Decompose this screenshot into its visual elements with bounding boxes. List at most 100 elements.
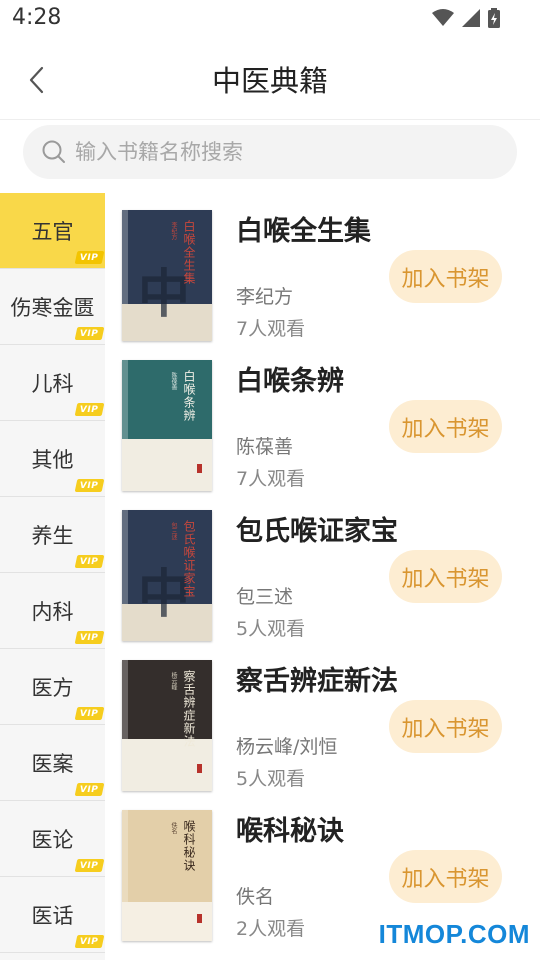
category-item-yian[interactable]: 医案 VIP: [0, 725, 105, 801]
cover-subtitle: 佚名: [170, 822, 177, 834]
cover-subtitle: 陈葆善: [170, 372, 177, 390]
category-item-neike[interactable]: 内科 VIP: [0, 573, 105, 649]
watermark: ITMOP.COM: [378, 919, 530, 949]
book-title: 包氏喉证家宝: [236, 516, 398, 547]
vip-badge: VIP: [74, 707, 105, 720]
vip-badge: VIP: [74, 251, 105, 264]
add-to-shelf-label: 加入书架: [401, 416, 490, 442]
add-to-shelf-button[interactable]: 加入书架: [389, 550, 502, 603]
add-to-shelf-label: 加入书架: [401, 566, 490, 592]
category-item-qita[interactable]: 其他 VIP: [0, 421, 105, 497]
book-list: 中 白喉全生集 李纪方 白喉全生集 李纪方 7人观看 加入书架 白喉条辨 陈葆善…: [105, 193, 540, 960]
book-title: 白喉全生集: [236, 216, 371, 247]
vip-badge: VIP: [74, 859, 105, 872]
book-author: 杨云峰/刘恒: [236, 736, 338, 758]
category-label: 医方: [31, 675, 74, 700]
vip-badge-text: VIP: [80, 480, 99, 491]
search-bar[interactable]: [23, 125, 517, 179]
cover-seal: [197, 764, 202, 773]
add-to-shelf-button[interactable]: 加入书架: [389, 250, 502, 303]
status-icons: [432, 8, 500, 28]
vip-badge-text: VIP: [80, 860, 99, 871]
book-item[interactable]: 白喉条辨 陈葆善 白喉条辨 陈葆善 7人观看 加入书架: [105, 343, 540, 493]
category-item-yangsheng[interactable]: 养生 VIP: [0, 497, 105, 573]
cover-seal: [197, 464, 202, 473]
cover-title: 白喉条辨: [182, 370, 196, 422]
status-time: 4:28: [12, 5, 62, 30]
status-bar: 4:28: [0, 0, 540, 38]
category-label: 医案: [31, 751, 74, 776]
book-views: 5人观看: [236, 768, 306, 790]
book-author: 佚名: [236, 886, 275, 908]
vip-badge-text: VIP: [80, 252, 99, 263]
category-label: 医话: [31, 903, 74, 928]
category-item-wuguan[interactable]: 五官 VIP: [0, 193, 105, 269]
category-item-erke[interactable]: 儿科 VIP: [0, 345, 105, 421]
category-label: 儿科: [31, 371, 74, 396]
add-to-shelf-label: 加入书架: [401, 266, 490, 292]
book-author: 陈葆善: [236, 436, 294, 458]
cover-subtitle: 杨云峰: [170, 672, 177, 690]
category-label: 其他: [31, 447, 74, 472]
category-item-yilun[interactable]: 医论 VIP: [0, 801, 105, 877]
vip-badge-text: VIP: [80, 784, 99, 795]
book-views: 7人观看: [236, 468, 306, 490]
book-cover[interactable]: 中 白喉全生集 李纪方: [122, 210, 212, 341]
book-title: 喉科秘诀: [236, 816, 344, 847]
book-author: 李纪方: [236, 286, 294, 308]
page-title: 中医典籍: [211, 64, 328, 98]
signal-icon: [462, 9, 480, 27]
vip-badge-text: VIP: [80, 708, 99, 719]
book-cover[interactable]: 察舌辨症新法 杨云峰: [122, 660, 212, 791]
book-cover[interactable]: 白喉条辨 陈葆善: [122, 360, 212, 491]
add-to-shelf-button[interactable]: 加入书架: [389, 400, 502, 453]
book-title: 察舌辨症新法: [236, 666, 398, 697]
vip-badge-text: VIP: [80, 632, 99, 643]
book-cover[interactable]: 喉科秘诀 佚名: [122, 810, 212, 941]
book-item[interactable]: 中 白喉全生集 李纪方 白喉全生集 李纪方 7人观看 加入书架: [105, 193, 540, 343]
cover-title: 包氏喉证家宝: [182, 520, 196, 598]
category-sidebar: 五官 VIP 伤寒金匮 VIP 儿科 VIP 其他 VIP 养生 VIP 内科 VIP 医方…: [0, 193, 105, 960]
category-label: 伤寒金匮: [10, 295, 95, 320]
book-item[interactable]: 察舌辨症新法 杨云峰 察舌辨症新法 杨云峰/刘恒 5人观看 加入书架: [105, 643, 540, 793]
cover-title: 察舌辨症新法: [182, 670, 196, 748]
book-views: 2人观看: [236, 918, 306, 940]
wifi-icon: [432, 9, 454, 26]
category-item-yihua[interactable]: 医话 VIP: [0, 877, 105, 953]
vip-badge-text: VIP: [80, 936, 99, 947]
cover-subtitle: 李纪方: [170, 222, 177, 240]
cover-subtitle: 包三述: [170, 522, 177, 540]
book-views: 5人观看: [236, 618, 306, 640]
add-to-shelf-button[interactable]: 加入书架: [389, 850, 502, 903]
header: 中医典籍: [0, 38, 540, 120]
category-label: 医论: [31, 827, 74, 852]
cover-title: 喉科秘诀: [182, 820, 196, 872]
category-item-shanghan-jingui[interactable]: 伤寒金匮 VIP: [0, 269, 105, 345]
book-title: 白喉条辨: [236, 366, 344, 397]
vip-badge-text: VIP: [80, 404, 99, 415]
add-to-shelf-button[interactable]: 加入书架: [389, 700, 502, 753]
vip-badge: VIP: [74, 555, 105, 568]
cover-seal: [197, 914, 202, 923]
vip-badge-text: VIP: [80, 556, 99, 567]
battery-icon: [488, 8, 500, 28]
add-to-shelf-label: 加入书架: [401, 866, 490, 892]
vip-badge: VIP: [74, 327, 105, 340]
category-label: 内科: [31, 599, 74, 624]
vip-badge: VIP: [74, 783, 105, 796]
search-icon: [42, 140, 65, 163]
search-input[interactable]: [75, 140, 475, 164]
vip-badge: VIP: [74, 935, 105, 948]
category-label: 养生: [31, 523, 74, 548]
book-cover[interactable]: 中 包氏喉证家宝 包三述: [122, 510, 212, 641]
category-item-yifang[interactable]: 医方 VIP: [0, 649, 105, 725]
vip-badge: VIP: [74, 479, 105, 492]
category-label: 五官: [31, 219, 74, 244]
vip-badge-text: VIP: [80, 328, 99, 339]
vip-badge: VIP: [74, 631, 105, 644]
cover-title: 白喉全生集: [182, 220, 196, 285]
book-item[interactable]: 中 包氏喉证家宝 包三述 包氏喉证家宝 包三述 5人观看 加入书架: [105, 493, 540, 643]
add-to-shelf-label: 加入书架: [401, 716, 490, 742]
book-views: 7人观看: [236, 318, 306, 340]
vip-badge: VIP: [74, 403, 105, 416]
